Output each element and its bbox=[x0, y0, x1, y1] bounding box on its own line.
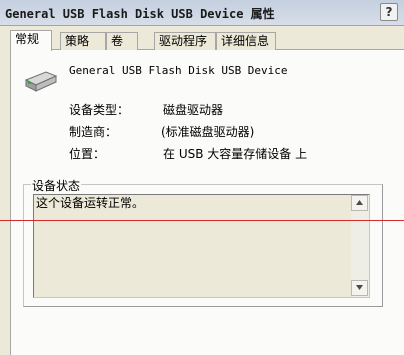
device-type-value: 磁盘驱动器 bbox=[163, 103, 224, 117]
scroll-down-button[interactable] bbox=[351, 280, 368, 296]
tab-details[interactable]: 详细信息 bbox=[216, 32, 276, 50]
status-scrollbar[interactable] bbox=[351, 195, 369, 297]
usb-drive-icon bbox=[24, 71, 58, 92]
tab-volumes[interactable]: 卷 bbox=[106, 32, 138, 50]
tab-driver[interactable]: 驱动程序 bbox=[154, 32, 216, 50]
tab-general[interactable]: 常规 bbox=[10, 30, 52, 51]
device-name: General USB Flash Disk USB Device bbox=[69, 64, 288, 77]
device-status-text: 这个设备运转正常。 bbox=[36, 196, 145, 210]
tab-policies[interactable]: 策略 bbox=[60, 32, 106, 50]
title-bar[interactable]: General USB Flash Disk USB Device 属性 ? bbox=[0, 0, 404, 26]
location-value: 在 USB 大容量存储设备 上 bbox=[163, 147, 308, 161]
location-label: 位置： bbox=[69, 147, 106, 161]
arrow-down-icon bbox=[356, 285, 363, 290]
manufacturer-label: 制造商： bbox=[69, 125, 118, 139]
help-button[interactable]: ? bbox=[380, 3, 398, 21]
arrow-up-icon bbox=[356, 200, 363, 205]
device-type-label: 设备类型： bbox=[69, 103, 130, 117]
scroll-up-button[interactable] bbox=[351, 195, 368, 211]
window-title: General USB Flash Disk USB Device 属性 bbox=[5, 7, 275, 21]
device-status-legend: 设备状态 bbox=[31, 177, 82, 194]
annotation-line bbox=[0, 220, 404, 221]
manufacturer-value: (标准磁盘驱动器) bbox=[161, 125, 255, 139]
